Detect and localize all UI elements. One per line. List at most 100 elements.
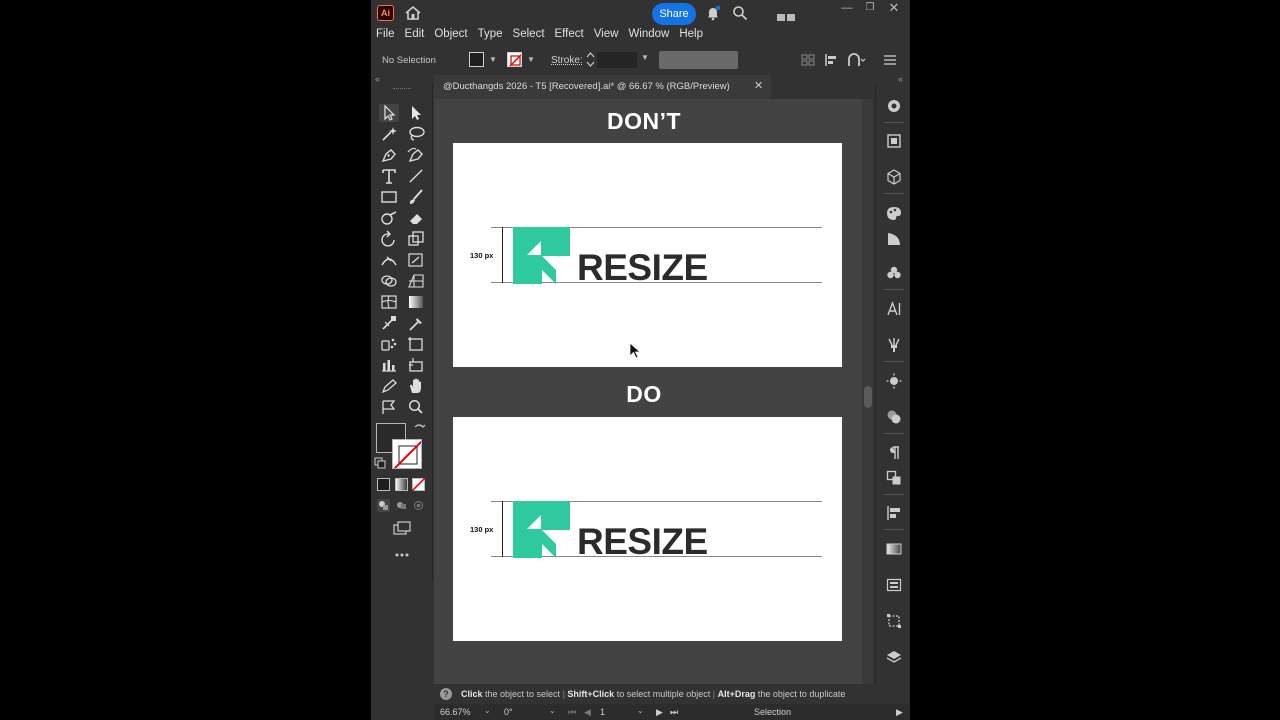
line-segment-tool-icon[interactable] (406, 167, 426, 185)
vertical-scrollbar[interactable] (862, 99, 873, 684)
stroke-weight-dropdown-icon[interactable]: ▼ (641, 53, 649, 62)
draw-normal-icon[interactable] (377, 499, 390, 512)
variable-width-field[interactable] (659, 51, 738, 69)
gradient-tool-icon[interactable] (406, 293, 426, 311)
pencil-tool-icon[interactable] (379, 377, 399, 395)
panel-menu-icon[interactable] (883, 53, 897, 67)
perspective-grid-tool-icon[interactable] (406, 272, 426, 290)
menu-help[interactable]: Help (674, 26, 708, 44)
brand-logo-text[interactable]: RESIZE (577, 523, 708, 560)
stroke-color-swatch[interactable] (507, 52, 522, 67)
menu-type[interactable]: Type (473, 26, 508, 44)
width-tool-icon[interactable] (379, 251, 399, 269)
properties-panel-icon[interactable] (886, 98, 902, 114)
gradient-panel-icon[interactable] (886, 541, 902, 557)
zoom-dropdown-icon[interactable]: ⌄ (484, 706, 491, 715)
hand-tool-icon[interactable] (406, 377, 426, 395)
slice-tool-icon[interactable] (406, 356, 426, 374)
swap-fill-stroke-icon[interactable] (413, 423, 426, 436)
brushes-panel-icon[interactable] (886, 337, 902, 353)
previous-artboard-icon[interactable]: ◀ (584, 705, 591, 719)
stroke-weight-stepper[interactable] (586, 51, 595, 68)
menu-window[interactable]: Window (623, 26, 674, 44)
draw-inside-icon[interactable] (412, 499, 425, 512)
screen-mode-icon[interactable] (392, 519, 412, 537)
paintbrush-tool-icon[interactable] (406, 188, 426, 206)
selection-tool-icon[interactable] (379, 104, 399, 122)
stroke-swatch-large[interactable] (392, 439, 422, 469)
shape-builder-tool-icon[interactable] (379, 272, 399, 290)
edit-toolbar-icon[interactable] (392, 546, 412, 564)
free-transform-tool-icon[interactable] (406, 251, 426, 269)
artboard-do[interactable]: 130 px RESIZE (453, 417, 842, 641)
puppet-warp-tool-icon[interactable] (379, 398, 399, 416)
puppet-warp-icon[interactable] (847, 53, 867, 67)
menu-object[interactable]: Object (429, 26, 472, 44)
distribute-icon[interactable] (824, 53, 838, 67)
direct-selection-tool-icon[interactable] (406, 104, 426, 122)
mesh-tool-icon[interactable] (379, 293, 399, 311)
rotate-tool-icon[interactable] (379, 230, 399, 248)
share-button[interactable]: Share (652, 3, 696, 25)
minimize-icon[interactable]: — (839, 2, 855, 18)
color-guide-panel-icon[interactable] (886, 231, 902, 247)
rotation-dropdown-icon[interactable]: ⌄ (549, 706, 556, 715)
transparency-panel-icon[interactable] (886, 409, 902, 425)
color-mode-icon[interactable] (377, 478, 390, 491)
align-panel-icon[interactable] (886, 505, 902, 521)
menu-edit[interactable]: Edit (400, 26, 430, 44)
help-icon[interactable]: ? (440, 688, 452, 700)
next-artboard-icon[interactable]: ▶ (656, 705, 663, 719)
transform-panel-icon[interactable] (886, 613, 902, 629)
restore-icon[interactable]: ❐ (862, 2, 878, 18)
appearance-panel-icon[interactable] (886, 373, 902, 389)
lasso-tool-icon[interactable] (406, 125, 426, 143)
libraries-panel-icon[interactable] (886, 133, 902, 149)
zoom-level-field[interactable]: 66.67% (440, 705, 471, 719)
stroke-label[interactable]: Stroke: (551, 55, 583, 66)
fill-dropdown-icon[interactable]: ▼ (489, 55, 497, 64)
rotation-field[interactable]: 0° (504, 705, 513, 719)
artboard-dropdown-icon[interactable]: ⌄ (637, 706, 644, 715)
layers-panel-icon[interactable] (886, 649, 902, 665)
artboard-number-field[interactable]: 1 (600, 705, 605, 719)
draw-behind-icon[interactable] (395, 499, 408, 512)
blend-tool-icon[interactable] (379, 314, 399, 332)
panel-grip[interactable] (393, 88, 411, 90)
column-graph-tool-icon[interactable] (379, 356, 399, 374)
pen-tool-icon[interactable] (379, 146, 399, 164)
zoom-tool-icon[interactable] (406, 398, 426, 416)
close-document-icon[interactable]: ✕ (754, 79, 763, 92)
menu-file[interactable]: File (371, 26, 400, 44)
brand-logo-mark[interactable] (513, 227, 570, 284)
curvature-tool-icon[interactable] (406, 146, 426, 164)
paragraph-panel-icon[interactable] (886, 445, 902, 461)
document-tab[interactable]: @Ducthangds 2026 - T5 [Recovered].ai* @ … (434, 75, 771, 99)
scrollbar-thumb[interactable] (864, 386, 872, 408)
last-artboard-icon[interactable]: ⏭ (670, 705, 678, 719)
close-window-icon[interactable]: ✕ (886, 0, 902, 16)
brand-logo-text[interactable]: RESIZE (577, 249, 708, 286)
stroke-panel-icon[interactable] (886, 577, 902, 593)
scale-tool-icon[interactable] (406, 230, 426, 248)
stroke-dropdown-icon[interactable]: ▼ (527, 55, 535, 64)
status-mode[interactable]: Selection (754, 705, 791, 719)
3d-materials-panel-icon[interactable] (886, 169, 902, 185)
artboard-dont[interactable]: 130 px RESIZE (453, 143, 842, 367)
none-mode-icon[interactable] (411, 477, 426, 492)
pathfinder-panel-icon[interactable] (886, 470, 902, 486)
swatches-panel-icon[interactable] (886, 265, 902, 281)
align-icon[interactable] (801, 53, 815, 67)
shaper-tool-icon[interactable] (379, 209, 399, 227)
home-icon[interactable] (404, 5, 422, 21)
menu-select[interactable]: Select (508, 26, 550, 44)
brand-logo-mark[interactable] (513, 501, 570, 558)
type-tool-icon[interactable] (379, 167, 399, 185)
eyedropper-tool-icon[interactable] (406, 314, 426, 332)
search-icon[interactable] (732, 5, 748, 21)
first-artboard-icon[interactable]: ⏮ (568, 705, 576, 719)
fill-color-swatch[interactable] (469, 52, 484, 67)
collapse-right-panel-icon[interactable]: « (898, 74, 903, 84)
menu-effect[interactable]: Effect (550, 26, 589, 44)
character-panel-icon[interactable] (886, 301, 902, 317)
